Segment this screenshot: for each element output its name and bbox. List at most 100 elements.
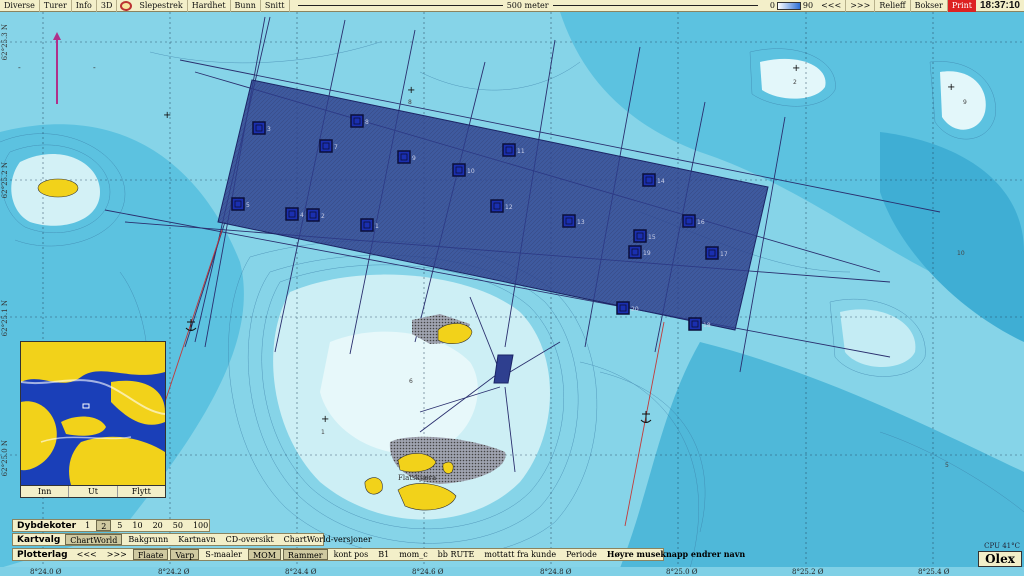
move-button[interactable]: Flytt	[118, 486, 165, 497]
cage-box[interactable]	[642, 173, 656, 187]
layer-periode[interactable]: Periode	[562, 549, 601, 560]
nav-back-button[interactable]: <<<	[817, 0, 847, 12]
cage-box[interactable]	[360, 218, 374, 232]
layer-rammer[interactable]: Rammer	[282, 549, 328, 560]
chartworld-button[interactable]: ChartWorld	[65, 534, 123, 545]
cage-box[interactable]	[252, 121, 266, 135]
overview-map[interactable]: Inn Ut Flytt	[20, 341, 166, 498]
minus-marker: -	[18, 63, 21, 72]
depth-contour-title: Dybdekoter	[17, 520, 77, 531]
layer-flaate[interactable]: Flaate	[132, 549, 169, 560]
lat-label: 62°25.1 N	[1, 300, 9, 337]
grid-number: 8	[408, 99, 412, 106]
cage-label: 13	[577, 219, 585, 226]
layer-next-button[interactable]: >>>	[103, 549, 131, 560]
relieff-button[interactable]: Relieff	[875, 0, 911, 12]
cd-overview-button[interactable]: CD-oversikt	[222, 534, 278, 545]
island-south-3[interactable]	[364, 477, 383, 495]
cage-label: 11	[517, 148, 525, 155]
menu-hardhet[interactable]: Hardhet	[188, 0, 231, 12]
depth-option-2[interactable]: 2	[96, 520, 112, 531]
cage-box[interactable]	[502, 143, 516, 157]
cage-label: 7	[334, 144, 338, 151]
menu-diverse[interactable]: Diverse	[0, 0, 40, 12]
chart-names-button[interactable]: Kartnavn	[174, 534, 219, 545]
depth-max: 90	[802, 1, 814, 10]
olex-brand[interactable]: Olex	[978, 551, 1022, 567]
zoom-in-button[interactable]: Inn	[21, 486, 70, 497]
depth-option-10[interactable]: 10	[128, 520, 146, 531]
menu-bunn[interactable]: Bunn	[231, 0, 261, 12]
cage-box[interactable]	[285, 207, 299, 221]
layer-bb-rute[interactable]: bb RUTE	[434, 549, 479, 560]
cage-box[interactable]	[682, 214, 696, 228]
cage-box[interactable]	[397, 150, 411, 164]
place-name-label: Flatskjæra	[398, 474, 436, 482]
waypoint-cross[interactable]: +	[163, 110, 171, 121]
layer-mottatt-fra-kunde[interactable]: mottatt fra kunde	[480, 549, 560, 560]
depth-min: 0	[769, 1, 775, 10]
overview-map-svg[interactable]	[21, 342, 165, 485]
lat-label: 62°25.3 N	[1, 24, 9, 61]
layer-varp[interactable]: Varp	[170, 549, 200, 560]
scale-line-left	[297, 5, 503, 6]
menu-turer[interactable]: Turer	[40, 0, 72, 12]
grid-number: 10	[957, 250, 965, 257]
depth-contour-panel: Dybdekoter 1 2 5 10 20 50 100	[12, 519, 210, 532]
clock: 18:37:10	[979, 0, 1020, 11]
layer-prev-button[interactable]: <<<	[73, 549, 101, 560]
scale-label: 500 meter	[506, 1, 549, 10]
chartworld-versions-button[interactable]: ChartWorld-versjoner	[280, 534, 376, 545]
background-button[interactable]: Bakgrunn	[124, 534, 172, 545]
lon-label: 8°24.0 Ø	[30, 568, 62, 576]
cage-box[interactable]	[705, 246, 719, 260]
waypoint-cross[interactable]: +	[792, 63, 800, 74]
scale-bar: 500 meter	[290, 0, 766, 12]
layer-mom[interactable]: MOM	[247, 549, 281, 560]
waypoint-cross[interactable]: +	[947, 82, 955, 93]
depth-option-1[interactable]: 1	[81, 520, 94, 531]
depth-option-100[interactable]: 100	[189, 520, 212, 531]
bokser-button[interactable]: Bokser	[911, 0, 948, 12]
cage-box[interactable]	[616, 301, 630, 315]
depth-legend[interactable]: 0 90	[766, 1, 817, 10]
layer-mom-c[interactable]: mom_c	[395, 549, 431, 560]
cage-box[interactable]	[319, 139, 333, 153]
cage-box[interactable]	[688, 317, 702, 331]
menu-info[interactable]: Info	[72, 0, 97, 12]
layer-s-maaler[interactable]: S-maaler	[201, 549, 246, 560]
cage-box[interactable]	[490, 199, 504, 213]
olex-logo-icon[interactable]	[120, 0, 133, 11]
layer-b1[interactable]: B1	[374, 549, 393, 560]
island-south-2[interactable]	[442, 461, 454, 474]
menu-slepestrek[interactable]: Slepestrek	[135, 0, 188, 12]
lat-label: 62°25.0 N	[1, 440, 9, 477]
layer-kont-pos[interactable]: kont pos	[330, 549, 373, 560]
nav-forward-button[interactable]: >>>	[846, 0, 876, 12]
cage-label: 9	[412, 155, 416, 162]
depth-option-50[interactable]: 50	[169, 520, 187, 531]
cage-label: 5	[246, 202, 250, 209]
cage-box[interactable]	[306, 208, 320, 222]
cage-box[interactable]	[452, 163, 466, 177]
cage-box[interactable]	[628, 245, 642, 259]
cage-box[interactable]	[231, 197, 245, 211]
menu-3d[interactable]: 3D	[97, 0, 118, 12]
cage-label: 12	[505, 204, 513, 211]
cage-box[interactable]	[633, 229, 647, 243]
waypoint-cross[interactable]: +	[407, 85, 415, 96]
print-button[interactable]: Print	[947, 0, 976, 12]
cage-label: 4	[300, 212, 304, 219]
depth-option-20[interactable]: 20	[149, 520, 167, 531]
zoom-out-button[interactable]: Ut	[69, 486, 118, 497]
cage-label: 8	[365, 119, 369, 126]
menu-snitt[interactable]: Snitt	[261, 0, 290, 12]
depth-option-5[interactable]: 5	[113, 520, 126, 531]
cage-box[interactable]	[350, 114, 364, 128]
cage-label: 19	[643, 250, 651, 257]
plotter-layer-panel: Plotterlag <<< >>> Flaate Varp S-maaler …	[12, 548, 745, 561]
island-west[interactable]	[37, 178, 79, 198]
cage-label: 17	[720, 251, 728, 258]
cage-box[interactable]	[562, 214, 576, 228]
waypoint-cross[interactable]: +	[321, 414, 329, 425]
